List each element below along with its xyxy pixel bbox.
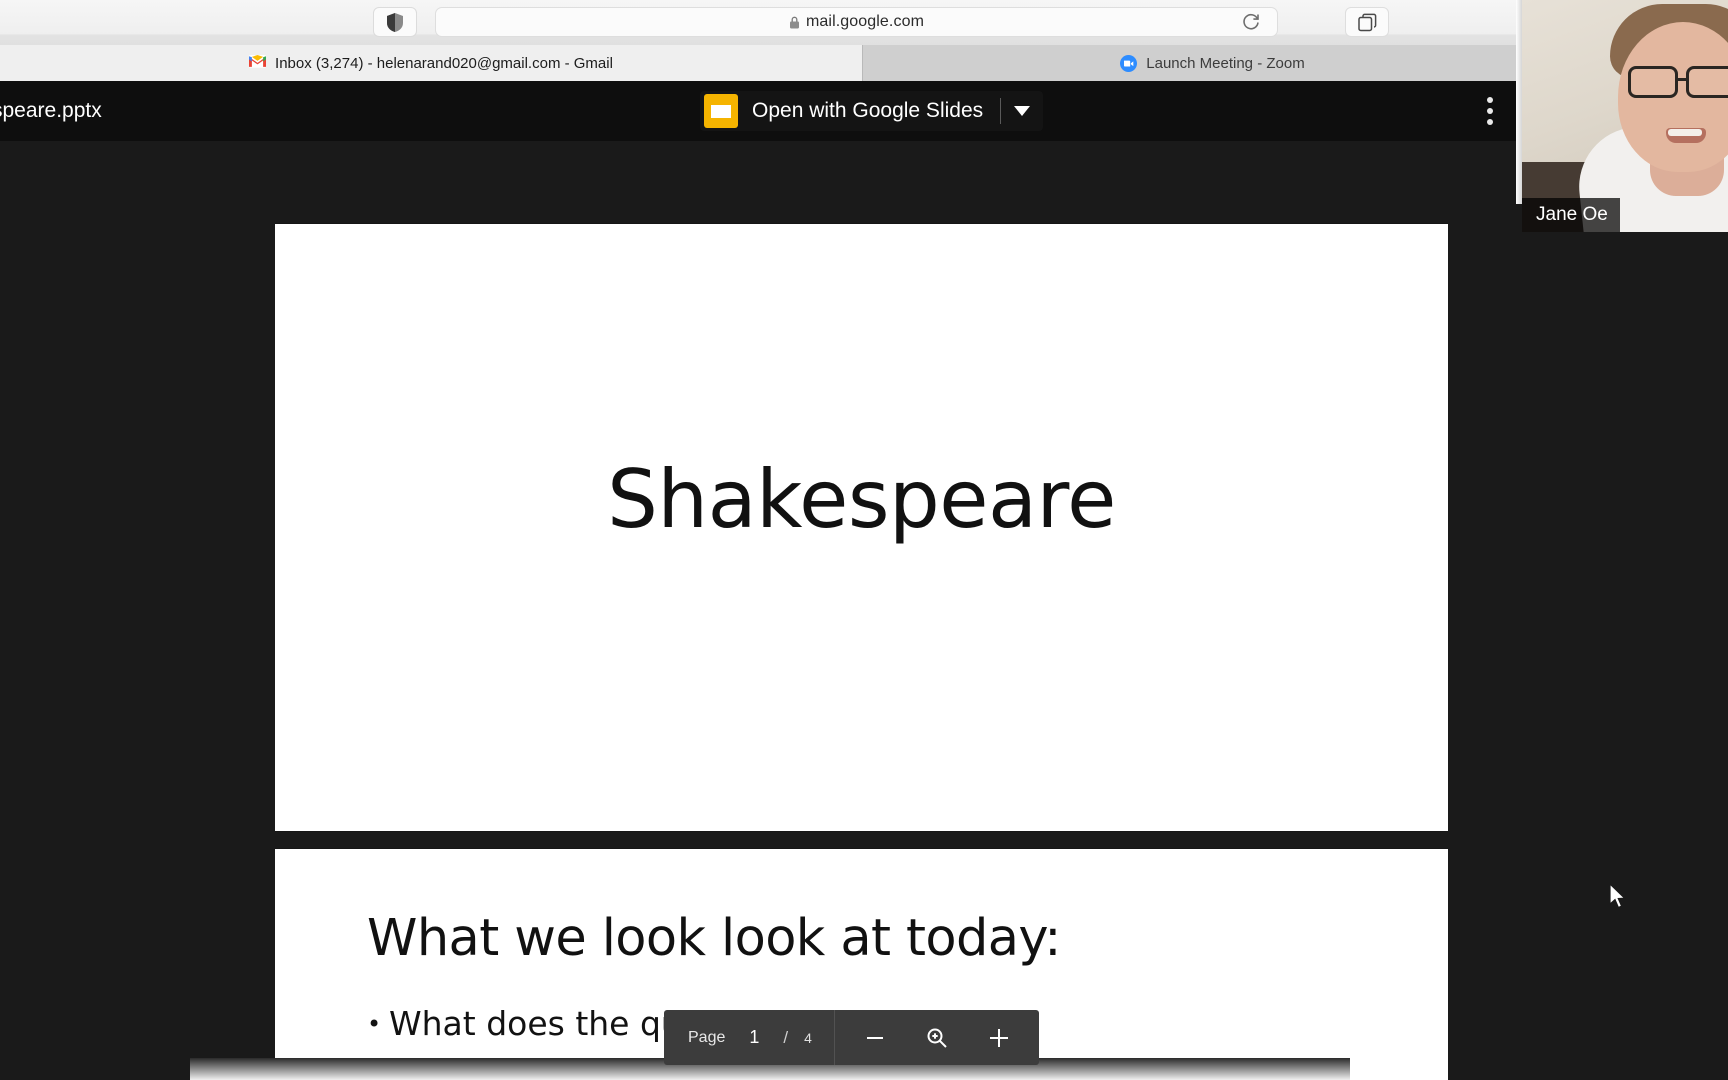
tab-gmail-title: Inbox (3,274) - helenarand020@gmail.com …	[275, 54, 613, 72]
page-label: Page	[688, 1028, 726, 1046]
drive-preview-overlay: speare.pptx Open with Google Slides Shak…	[0, 81, 1728, 1080]
zoom-icon	[1120, 54, 1138, 72]
address-bar[interactable]: mail.google.com	[435, 7, 1278, 37]
preview-more-vertical-icon[interactable]	[1487, 97, 1493, 125]
preview-header: speare.pptx Open with Google Slides	[0, 81, 1728, 141]
zoom-controls-group	[835, 1010, 1039, 1065]
address-bar-url: mail.google.com	[806, 13, 924, 30]
tabs-overview-icon[interactable]	[1345, 7, 1389, 37]
tab-zoom[interactable]: Launch Meeting - Zoom	[863, 45, 1563, 81]
preview-page-toolbar: Page / 4	[664, 1010, 1039, 1065]
open-with-google-slides-button[interactable]: Open with Google Slides	[700, 91, 1044, 131]
page-total: 4	[804, 1029, 812, 1046]
plus-icon[interactable]	[973, 1010, 1025, 1065]
page-separator: /	[783, 1027, 789, 1047]
mouse-cursor	[1609, 882, 1630, 917]
browser-toolbar: mail.google.com	[0, 0, 1728, 45]
minus-icon[interactable]	[849, 1010, 901, 1065]
video-teeth	[1668, 129, 1702, 136]
lock-icon	[789, 16, 800, 29]
zoom-participant-video[interactable]: Jane Oe	[1522, 0, 1728, 232]
page-navigation-group: Page / 4	[664, 1010, 835, 1065]
participant-name-label: Jane Oe	[1522, 198, 1620, 232]
reload-icon[interactable]	[1242, 13, 1261, 32]
slides-icon	[704, 94, 738, 128]
browser-chrome: mail.google.com Inbox (3,274) - helenara…	[0, 0, 1728, 81]
video-glasses	[1628, 66, 1728, 100]
page-number-input[interactable]	[741, 1027, 768, 1048]
preview-backdrop[interactable]	[0, 141, 1728, 1080]
tab-strip: Inbox (3,274) - helenarand020@gmail.com …	[0, 45, 1728, 81]
tab-gmail[interactable]: Inbox (3,274) - helenarand020@gmail.com …	[0, 45, 863, 81]
screen: Search mail Primary	[0, 0, 1728, 1080]
open-with-google-slides-label: Open with Google Slides	[752, 99, 984, 122]
chevron-down-icon[interactable]	[1001, 106, 1043, 116]
gmail-icon	[249, 54, 267, 72]
tab-zoom-title: Launch Meeting - Zoom	[1146, 54, 1305, 72]
magnifier-plus-icon[interactable]	[911, 1010, 963, 1065]
preview-filename: speare.pptx	[0, 99, 102, 122]
shield-privacy-icon[interactable]	[373, 7, 417, 37]
